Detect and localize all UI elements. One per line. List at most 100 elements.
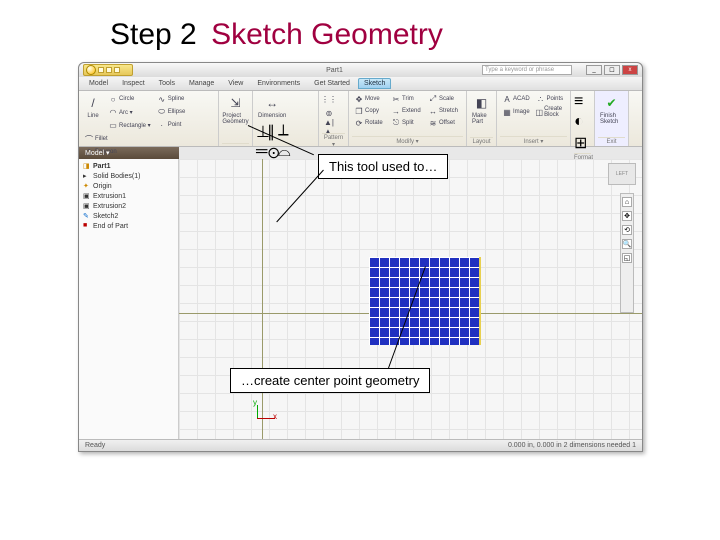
group-label-pattern: Pattern ▾	[322, 133, 345, 149]
qat-button[interactable]	[98, 67, 104, 73]
spline-icon: ∿	[157, 94, 167, 104]
ribbon-group-layout: ◧Make Part Layout	[467, 91, 497, 146]
insert-image-button[interactable]: ▦Image	[500, 105, 534, 119]
work-area: ◨Part1 ▸Solid Bodies(1) ✦Origin ▣Extrusi…	[79, 159, 642, 439]
make-part-icon: ◧	[473, 94, 491, 112]
browser-item[interactable]: ■End of Part	[83, 221, 174, 231]
tab-inspect[interactable]: Inspect	[116, 78, 151, 89]
fillet-icon: ⌒	[84, 134, 94, 144]
close-button[interactable]: x	[622, 65, 638, 75]
tab-tools[interactable]: Tools	[153, 78, 181, 89]
split-button[interactable]: ⎋Split	[389, 117, 426, 129]
group-label-insert: Insert ▾	[500, 136, 567, 146]
ribbon-group-project: ⇲Project Geometry	[219, 91, 253, 146]
stretch-button[interactable]: ↔Stretch	[426, 105, 463, 117]
tab-view[interactable]: View	[222, 78, 249, 89]
point-button[interactable]: ·Point	[155, 119, 188, 131]
line-button[interactable]: /Line	[82, 93, 104, 131]
pattern-rect-button[interactable]: ⋮⋮	[322, 93, 345, 105]
minimize-button[interactable]: _	[586, 65, 602, 75]
rotate-button[interactable]: ⟳Rotate	[352, 117, 389, 129]
browser-item[interactable]: ✎Sketch2	[83, 211, 174, 221]
browser-item[interactable]: ▣Extrusion1	[83, 191, 174, 201]
ribbon-group-insert: AACAD ∴Points ▦Image ◫Create Block Inser…	[497, 91, 571, 146]
qat-button[interactable]	[114, 67, 120, 73]
axis-vertical	[262, 159, 263, 439]
move-button[interactable]: ✥Move	[352, 93, 389, 105]
arc-button[interactable]: ◠Arc ▾	[106, 106, 153, 118]
app-orb-icon[interactable]	[86, 65, 96, 75]
finish-sketch-button[interactable]: ✔Finish Sketch	[598, 93, 625, 126]
dimension-button[interactable]: ↔Dimension	[256, 93, 288, 120]
mirror-button[interactable]: ▲|▲	[322, 121, 345, 133]
ellipse-button[interactable]: ⬭Ellipse	[155, 106, 188, 118]
stretch-icon: ↔	[428, 106, 438, 116]
step-label: Step 2	[110, 18, 197, 51]
quick-access-toolbar[interactable]	[83, 64, 133, 76]
rotate-icon: ⟳	[354, 118, 364, 128]
browser-item[interactable]: ✦Origin	[83, 181, 174, 191]
project-geometry-button[interactable]: ⇲Project Geometry	[222, 93, 249, 126]
format-icon[interactable]: ≡	[574, 93, 591, 111]
make-part-button[interactable]: ◧Make Part	[470, 93, 493, 126]
trim-button[interactable]: ✂Trim	[389, 93, 426, 105]
split-icon: ⎋	[391, 118, 401, 128]
spline-button[interactable]: ∿Spline	[155, 93, 188, 105]
x-axis-icon	[257, 418, 275, 419]
fillet-button[interactable]: ⌒Fillet	[82, 133, 119, 145]
tab-manage[interactable]: Manage	[183, 78, 220, 89]
constraint-icon[interactable]: ∥	[267, 122, 277, 142]
browser-item[interactable]: ▣Extrusion2	[83, 201, 174, 211]
ribbon: /Line ○Circle ◠Arc ▾ ▭Rectangle ▾ ∿Splin…	[79, 91, 642, 147]
acad-icon: A	[502, 94, 512, 104]
document-title: Part1	[326, 67, 343, 74]
sketch-canvas[interactable]: LEFT ⌂ ✥ ⟲ 🔍 ◱ y x	[179, 159, 642, 439]
scale-button[interactable]: ⤢Scale	[426, 93, 463, 105]
extrusion-icon: ▣	[83, 202, 91, 210]
nav-cube-button[interactable]: ◱	[622, 253, 632, 263]
project-icon: ⇲	[227, 94, 245, 112]
qat-button[interactable]	[106, 67, 112, 73]
ribbon-group-format: ≡ ◐ ⊞ Format ▾	[571, 91, 595, 146]
ribbon-group-exit: ✔Finish Sketch Exit	[595, 91, 629, 146]
navigation-bar: ⌂ ✥ ⟲ 🔍 ◱	[620, 193, 634, 313]
extend-button[interactable]: →Extend	[389, 105, 426, 117]
callout-1: This tool used to…	[318, 154, 448, 179]
tab-environments[interactable]: Environments	[251, 78, 306, 89]
format-icon[interactable]: ⊞	[574, 133, 591, 153]
status-right: 0.000 in, 0.000 in 2 dimensions needed 1	[508, 442, 636, 449]
ribbon-group-draw: /Line ○Circle ◠Arc ▾ ▭Rectangle ▾ ∿Splin…	[79, 91, 219, 146]
insert-points-button[interactable]: ∴Points	[534, 93, 568, 105]
origin-icon: ✦	[83, 182, 91, 190]
circle-button[interactable]: ○Circle	[106, 93, 153, 105]
status-left: Ready	[85, 442, 105, 449]
copy-button[interactable]: ❐Copy	[352, 105, 389, 117]
sketch-icon: ✎	[83, 212, 91, 220]
nav-pan-button[interactable]: ✥	[622, 211, 632, 221]
folder-icon: ▸	[83, 172, 91, 180]
tab-get-started[interactable]: Get Started	[308, 78, 356, 89]
slide-title: Step 2 Sketch Geometry	[110, 18, 443, 52]
rectangle-button[interactable]: ▭Rectangle ▾	[106, 119, 153, 131]
tab-sketch[interactable]: Sketch	[358, 78, 391, 89]
browser-part[interactable]: ◨Part1	[83, 161, 174, 171]
nav-orbit-button[interactable]: ⟲	[622, 225, 632, 235]
maximize-button[interactable]: ☐	[604, 65, 620, 75]
move-icon: ✥	[354, 94, 364, 104]
sketch-geometry[interactable]	[369, 257, 481, 345]
point-icon: ·	[157, 120, 167, 130]
browser-item[interactable]: ▸Solid Bodies(1)	[83, 171, 174, 181]
view-cube[interactable]: LEFT	[608, 163, 636, 185]
title-bar: Part1 Type a keyword or phrase _ ☐ x	[79, 63, 642, 77]
nav-home-button[interactable]: ⌂	[622, 197, 632, 207]
tab-model[interactable]: Model	[83, 78, 114, 89]
ribbon-group-constrain: ↔Dimension ⊥ ∥ ⟂ ═ ⊙ ⌓ — | ↔ Constrain ▾	[253, 91, 319, 146]
help-search-input[interactable]: Type a keyword or phrase	[482, 65, 572, 75]
format-icon[interactable]: ◐	[574, 113, 591, 131]
rectangle-icon: ▭	[108, 120, 118, 130]
offset-button[interactable]: ≋Offset	[426, 117, 463, 129]
dimension-icon: ↔	[263, 94, 281, 112]
insert-acad-button[interactable]: AACAD	[500, 93, 534, 105]
create-block-button[interactable]: ◫Create Block	[534, 105, 568, 119]
nav-zoom-button[interactable]: 🔍	[622, 239, 632, 249]
